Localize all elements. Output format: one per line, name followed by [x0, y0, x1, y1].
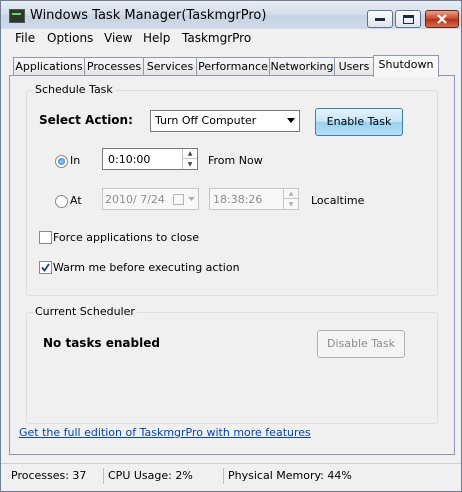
at-date-value: 2010/ 7/24 [105, 193, 165, 206]
menu-help[interactable]: Help [143, 31, 170, 45]
select-action-label: Select Action: [39, 113, 133, 127]
radio-selected-dot [58, 158, 65, 165]
maximize-icon [402, 14, 414, 24]
close-button[interactable] [425, 10, 459, 28]
current-scheduler-group: Current Scheduler No tasks enabled Disab… [26, 305, 438, 424]
at-date-picker[interactable]: 2010/ 7/24 [102, 188, 199, 210]
spin-up-icon[interactable]: ▲ [284, 189, 298, 199]
menu-options[interactable]: Options [47, 31, 93, 45]
at-spin-buttons[interactable]: ▲ ▼ [283, 189, 298, 209]
status-memory: Physical Memory: 44% [223, 468, 352, 484]
menu-taskmgrpro[interactable]: TaskmgrPro [182, 31, 251, 45]
maximize-button[interactable] [395, 10, 421, 28]
tab-services[interactable]: Services [143, 57, 197, 76]
tab-applications[interactable]: Applications [13, 57, 85, 76]
spin-down-icon[interactable]: ▼ [284, 199, 298, 209]
no-tasks-status: No tasks enabled [43, 336, 160, 350]
disable-task-button[interactable]: Disable Task [317, 330, 405, 358]
in-time-spinner[interactable]: 0:10:00 ▲ ▼ [102, 148, 198, 170]
at-time-spinner[interactable]: 18:38:26 ▲ ▼ [209, 188, 299, 210]
tab-shutdown[interactable]: Shutdown [373, 55, 439, 77]
schedule-task-group: Schedule Task Select Action: Turn Off Co… [26, 83, 438, 296]
in-radio[interactable] [55, 155, 68, 168]
app-monitor-icon [9, 9, 25, 23]
current-scheduler-label: Current Scheduler [33, 305, 137, 318]
at-radio[interactable] [55, 195, 68, 208]
chevron-down-icon [287, 118, 295, 123]
from-now-label: From Now [208, 154, 263, 167]
at-time-value: 18:38:26 [213, 193, 263, 206]
task-manager-window: Windows Task Manager(TaskmgrPro) File Op… [0, 0, 462, 492]
status-cpu: CPU Usage: 2% [103, 468, 193, 484]
menu-bar: File Options View Help TaskmgrPro [1, 29, 461, 49]
warn-label: Warm me before executing action [53, 261, 240, 274]
in-spin-buttons[interactable]: ▲ ▼ [182, 149, 197, 169]
tab-users[interactable]: Users [334, 57, 374, 76]
schedule-task-label: Schedule Task [33, 83, 115, 96]
shutdown-panel: Schedule Task Select Action: Turn Off Co… [9, 75, 455, 455]
full-edition-link[interactable]: Get the full edition of TaskmgrPro with … [19, 426, 311, 439]
status-processes: Processes: 37 [11, 469, 87, 482]
tab-networking[interactable]: Networking [269, 57, 335, 76]
action-dropdown[interactable]: Turn Off Computer [150, 110, 300, 132]
status-bar: Processes: 37 CPU Usage: 2% Physical Mem… [1, 463, 461, 488]
checkmark-icon [41, 263, 50, 272]
force-close-checkbox[interactable] [39, 231, 52, 244]
tab-processes[interactable]: Processes [84, 57, 144, 76]
localtime-label: Localtime [311, 194, 365, 207]
force-close-label: Force applications to close [53, 231, 200, 244]
in-label: In [70, 154, 81, 167]
enable-task-button[interactable]: Enable Task [315, 108, 403, 136]
in-time-value: 0:10:00 [108, 153, 151, 166]
close-icon [437, 14, 447, 24]
minimize-icon [375, 18, 385, 21]
action-dropdown-value: Turn Off Computer [155, 114, 257, 127]
spin-down-icon[interactable]: ▼ [183, 159, 197, 169]
date-checkbox-icon [173, 194, 184, 205]
warn-checkbox[interactable] [39, 261, 52, 274]
menu-file[interactable]: File [15, 31, 35, 45]
at-label: At [70, 194, 82, 207]
menu-view[interactable]: View [104, 31, 132, 45]
minimize-button[interactable] [367, 10, 393, 28]
title-bar[interactable]: Windows Task Manager(TaskmgrPro) [1, 1, 461, 29]
tab-performance[interactable]: Performance [196, 57, 270, 76]
spin-up-icon[interactable]: ▲ [183, 149, 197, 159]
chevron-down-icon [188, 197, 195, 201]
window-title: Windows Task Manager(TaskmgrPro) [30, 8, 267, 23]
